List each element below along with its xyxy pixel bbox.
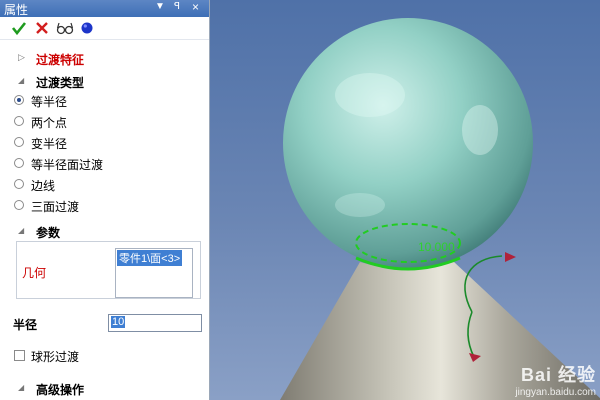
geometry-selected-item[interactable]: 零件1\面<3> bbox=[117, 250, 183, 266]
radio-button[interactable] bbox=[14, 200, 24, 210]
arrow-head-icon[interactable] bbox=[505, 252, 516, 262]
radio-button[interactable] bbox=[14, 179, 24, 189]
section-params[interactable]: ◢ 参数 bbox=[0, 222, 208, 242]
radio-label: 等半径 bbox=[31, 95, 68, 109]
radio-button[interactable] bbox=[14, 158, 24, 168]
glasses-icon[interactable] bbox=[56, 19, 74, 37]
close-icon[interactable]: × bbox=[192, 0, 199, 14]
radio-label: 两个点 bbox=[31, 116, 68, 130]
collapse-arrow-icon: ◢ bbox=[18, 383, 25, 392]
dropdown-icon[interactable]: ▼ bbox=[155, 1, 165, 12]
radio-label: 边线 bbox=[31, 179, 56, 193]
radio-three-face[interactable]: 三面过渡 bbox=[14, 197, 204, 215]
geometry-selection-list[interactable]: 零件1\面<3> bbox=[115, 248, 193, 298]
panel-titlebar: 属性 ▼ ꟼ × bbox=[0, 0, 209, 17]
panel-title: 属性 bbox=[4, 3, 29, 17]
scene-canvas bbox=[280, 18, 600, 400]
panel-toolbar bbox=[0, 17, 209, 40]
ball-transition-checkbox[interactable] bbox=[14, 350, 25, 361]
blue-dot-icon[interactable] bbox=[78, 19, 96, 37]
section-feature[interactable]: ▷ 过渡特征 bbox=[0, 49, 208, 69]
radio-label: 等半径面过渡 bbox=[31, 158, 104, 172]
cross-icon[interactable] bbox=[33, 19, 51, 37]
radio-edge[interactable]: 边线 bbox=[14, 176, 204, 194]
section-params-label: 参数 bbox=[36, 226, 61, 240]
radio-equal-radius-face[interactable]: 等半径面过渡 bbox=[14, 155, 204, 173]
3d-viewport[interactable]: 10.000 Bai 经验 jingyan.baidu.com bbox=[210, 0, 600, 400]
radius-label: 半径 bbox=[13, 318, 38, 332]
section-advanced[interactable]: ◢ 高级操作 bbox=[0, 379, 208, 399]
sphere-shape[interactable] bbox=[283, 18, 533, 268]
radio-label: 变半径 bbox=[31, 137, 68, 151]
pin-icon[interactable]: ꟼ bbox=[174, 1, 180, 12]
section-transition-type-label: 过渡类型 bbox=[36, 76, 85, 90]
geometry-label: 几何 bbox=[22, 266, 47, 280]
expand-arrow-icon: ▷ bbox=[18, 52, 25, 62]
watermark-brand: Bai 经验 bbox=[520, 365, 596, 385]
radio-two-points[interactable]: 两个点 bbox=[14, 113, 204, 131]
radio-equal-radius[interactable]: 等半径 bbox=[14, 92, 204, 110]
geometry-group: 几何 零件1\面<3> bbox=[16, 241, 201, 299]
radius-value: 10 bbox=[111, 316, 126, 328]
radio-variable-radius[interactable]: 变半径 bbox=[14, 134, 204, 152]
collapse-arrow-icon: ◢ bbox=[18, 76, 25, 85]
watermark-url: jingyan.baidu.com bbox=[515, 387, 596, 398]
check-icon[interactable] bbox=[10, 19, 28, 37]
section-feature-label: 过渡特征 bbox=[36, 53, 85, 67]
dimension-label: 10.000 bbox=[418, 240, 455, 254]
properties-panel: 属性 ▼ ꟼ × ▷ 过渡特征 ◢ 过渡类型 等半径 两个点 变半径 等半径面过… bbox=[0, 0, 210, 400]
radio-button[interactable] bbox=[14, 95, 24, 105]
collapse-arrow-icon: ◢ bbox=[18, 226, 25, 235]
radio-button[interactable] bbox=[14, 137, 24, 147]
radio-label: 三面过渡 bbox=[31, 200, 80, 214]
radio-button[interactable] bbox=[14, 116, 24, 126]
radius-input[interactable]: 10 bbox=[108, 314, 202, 332]
section-transition-type[interactable]: ◢ 过渡类型 bbox=[0, 72, 208, 92]
watermark: Bai 经验 jingyan.baidu.com bbox=[515, 361, 596, 398]
ball-transition-option[interactable]: 球形过渡 bbox=[14, 347, 204, 365]
section-advanced-label: 高级操作 bbox=[36, 383, 85, 397]
ball-transition-label: 球形过渡 bbox=[31, 350, 80, 364]
